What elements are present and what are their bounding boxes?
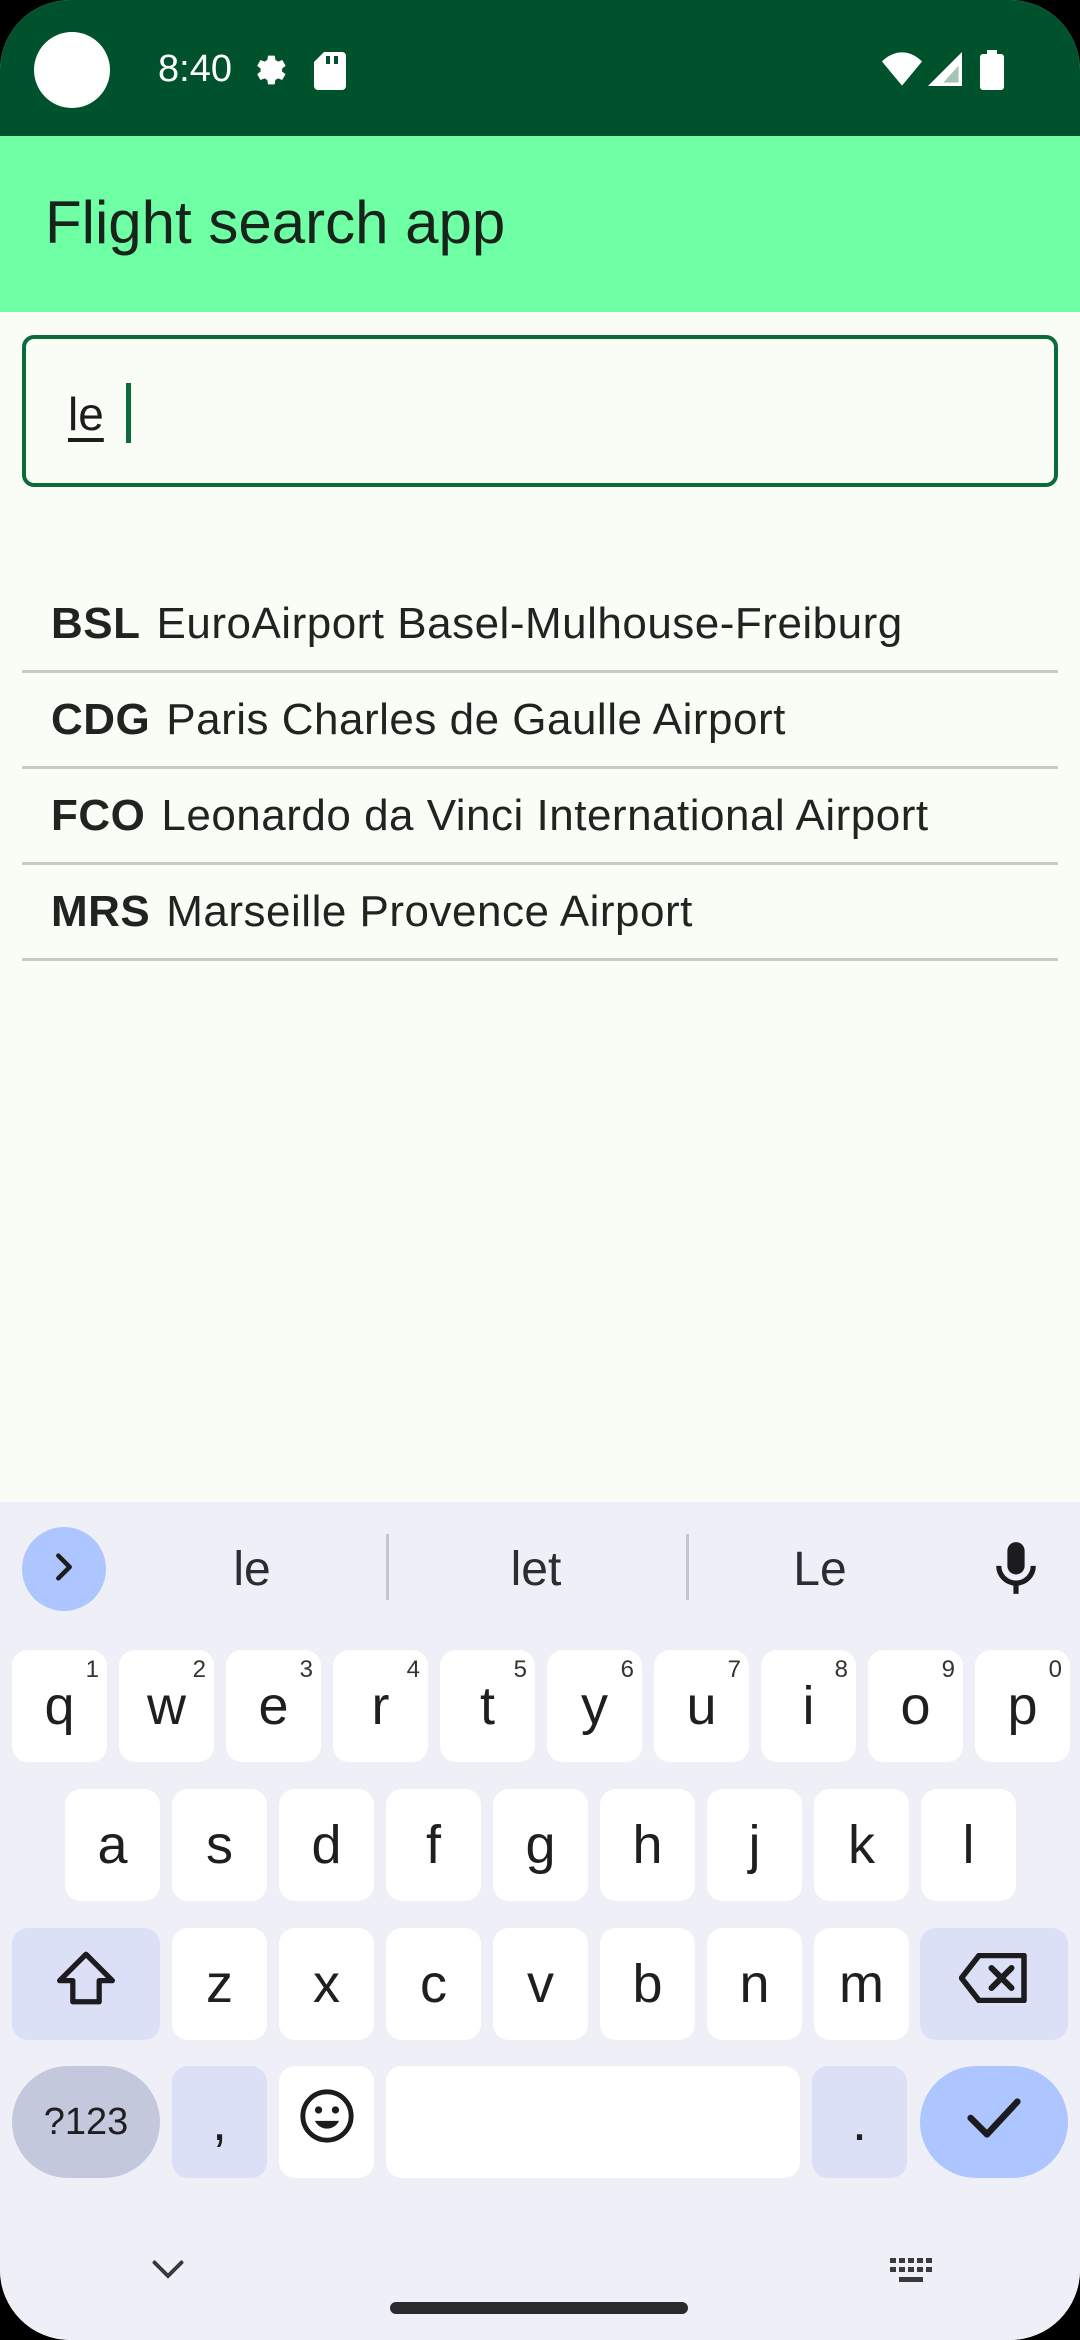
home-indicator[interactable] [390, 2302, 688, 2314]
symbols-key[interactable]: ?123 [12, 2066, 160, 2178]
suggestion-divider [686, 1534, 689, 1600]
soft-keyboard: le let Le ?123 , . q 1 w 2 e 3 r 4 t 5 y… [0, 1502, 1080, 2340]
key-g[interactable]: g [493, 1789, 588, 1901]
airport-name: Marseille Provence Airport [166, 886, 693, 936]
emoji-icon [298, 2087, 356, 2158]
airport-name: Paris Charles de Gaulle Airport [166, 694, 786, 744]
enter-key[interactable] [920, 2066, 1068, 2178]
suggestion-item[interactable]: Le [720, 1542, 920, 1597]
key-letter: p [1007, 1676, 1038, 1736]
airport-results-list: BSL EuroAirport Basel-Mulhouse-Freiburg … [22, 577, 1058, 961]
signal-icon [928, 52, 962, 86]
key-letter: q [44, 1676, 75, 1736]
key-n[interactable]: n [707, 1928, 802, 2040]
key-h[interactable]: h [600, 1789, 695, 1901]
key-k[interactable]: k [814, 1789, 909, 1901]
settings-icon [248, 50, 288, 90]
key-letter: u [686, 1676, 717, 1736]
chevron-right-icon [47, 1550, 81, 1589]
key-a[interactable]: a [65, 1789, 160, 1901]
key-number-hint: 4 [406, 1656, 420, 1683]
key-number-hint: 9 [941, 1656, 955, 1683]
key-i[interactable]: i8 [761, 1650, 856, 1762]
key-letter: y [581, 1676, 608, 1736]
key-t[interactable]: t5 [440, 1650, 535, 1762]
mic-icon[interactable] [990, 1540, 1042, 1601]
camera-cutout [34, 32, 110, 108]
period-key[interactable]: . [812, 2066, 907, 2178]
backspace-key[interactable] [920, 1928, 1068, 2040]
status-bar: 8:40 [0, 0, 1080, 136]
key-l[interactable]: l [921, 1789, 1016, 1901]
key-r[interactable]: r4 [333, 1650, 428, 1762]
airport-result-row[interactable]: CDG Paris Charles de Gaulle Airport [22, 673, 1058, 769]
key-c[interactable]: c [386, 1928, 481, 2040]
key-z[interactable]: z [172, 1928, 267, 2040]
key-number-hint: 8 [834, 1656, 848, 1683]
key-u[interactable]: u7 [654, 1650, 749, 1762]
key-letter: r [371, 1676, 390, 1736]
key-s[interactable]: s [172, 1789, 267, 1901]
key-y[interactable]: y6 [547, 1650, 642, 1762]
key-letter: o [900, 1676, 931, 1736]
emoji-key[interactable] [279, 2066, 374, 2178]
suggestion-item[interactable]: let [436, 1542, 636, 1597]
airport-result-row[interactable]: MRS Marseille Provence Airport [22, 865, 1058, 961]
airport-result-row[interactable]: FCO Leonardo da Vinci International Airp… [22, 769, 1058, 865]
key-e[interactable]: e3 [226, 1650, 321, 1762]
key-b[interactable]: b [600, 1928, 695, 2040]
suggestion-toggle-button[interactable] [22, 1527, 106, 1611]
search-input[interactable]: le [22, 335, 1058, 487]
key-letter: w [147, 1676, 186, 1736]
key-letter: e [258, 1676, 289, 1736]
wifi-icon [882, 52, 922, 86]
suggestion-item[interactable]: le [152, 1542, 352, 1597]
key-q[interactable]: q1 [12, 1650, 107, 1762]
airport-result-row[interactable]: BSL EuroAirport Basel-Mulhouse-Freiburg [22, 577, 1058, 673]
chevron-down-icon[interactable] [150, 2258, 186, 2287]
key-number-hint: 1 [85, 1656, 99, 1683]
battery-icon [980, 50, 1004, 90]
airport-name: Leonardo da Vinci International Airport [161, 790, 929, 840]
key-number-hint: 2 [192, 1656, 206, 1683]
airport-code: MRS [51, 886, 151, 936]
keyboard-icon[interactable] [890, 2258, 934, 2291]
app-title: Flight search app [45, 189, 506, 256]
key-number-hint: 0 [1048, 1656, 1062, 1683]
key-number-hint: 5 [513, 1656, 527, 1683]
comma-key[interactable]: , [172, 2066, 267, 2178]
space-key[interactable] [386, 2066, 800, 2178]
airport-code: CDG [51, 694, 151, 744]
key-w[interactable]: w2 [119, 1650, 214, 1762]
key-number-hint: 7 [727, 1656, 741, 1683]
key-x[interactable]: x [279, 1928, 374, 2040]
key-d[interactable]: d [279, 1789, 374, 1901]
app-bar: Flight search app [0, 136, 1080, 312]
status-time: 8:40 [158, 48, 232, 90]
key-j[interactable]: j [707, 1789, 802, 1901]
airport-name: EuroAirport Basel-Mulhouse-Freiburg [156, 598, 903, 648]
key-p[interactable]: p0 [975, 1650, 1070, 1762]
text-caret [126, 383, 131, 443]
backspace-icon [958, 1952, 1029, 2016]
key-v[interactable]: v [493, 1928, 588, 2040]
suggestion-divider [386, 1534, 389, 1600]
key-number-hint: 3 [299, 1656, 313, 1683]
key-number-hint: 6 [620, 1656, 634, 1683]
sd-card-icon [314, 52, 346, 90]
airport-code: BSL [51, 598, 141, 648]
shift-key[interactable] [12, 1928, 160, 2040]
shift-icon [54, 1949, 118, 2020]
key-o[interactable]: o9 [868, 1650, 963, 1762]
key-f[interactable]: f [386, 1789, 481, 1901]
key-letter: i [802, 1676, 815, 1736]
check-icon [966, 2091, 1022, 2153]
key-m[interactable]: m [814, 1928, 909, 2040]
search-input-value: le [68, 388, 104, 440]
airport-code: FCO [51, 790, 146, 840]
key-letter: t [479, 1676, 495, 1736]
phone-screen: 8:40 Flight search app le BSL EuroAirpor… [0, 0, 1080, 2340]
